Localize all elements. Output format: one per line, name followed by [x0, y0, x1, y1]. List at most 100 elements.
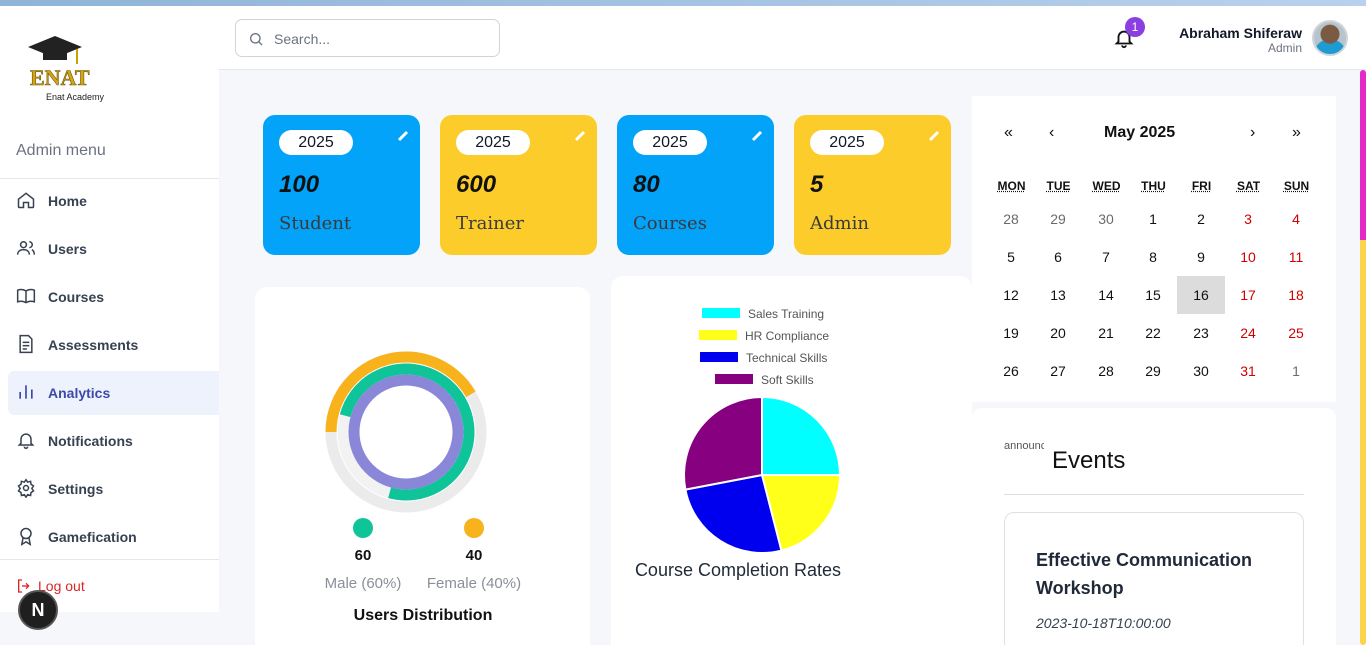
legend-swatch[interactable] — [700, 352, 738, 362]
user-name: Abraham Shiferaw — [1179, 25, 1302, 41]
calendar-day[interactable]: 31 — [1224, 352, 1272, 390]
stat-value: 100 — [279, 171, 319, 199]
edit-icon[interactable] — [927, 129, 941, 143]
stat-label: Courses — [633, 213, 707, 234]
sidebar-item-home[interactable]: Home — [8, 179, 219, 223]
sidebar-item-label: Users — [48, 241, 87, 257]
enat-academy-logo[interactable]: ENAT Enat Academy — [20, 12, 219, 137]
calendar-day[interactable]: 17 — [1224, 276, 1272, 314]
calendar-day[interactable]: 29 — [1129, 352, 1177, 390]
calendar-day[interactable]: 30 — [1177, 352, 1225, 390]
dev-tools-badge[interactable]: N — [18, 590, 58, 630]
calendar-day[interactable]: 6 — [1034, 238, 1082, 276]
stat-card-trainer[interactable]: 2025 600 Trainer — [440, 115, 597, 255]
stat-value: 5 — [810, 171, 823, 199]
calendar-next-year-button[interactable]: » — [1292, 124, 1301, 142]
calendar-day[interactable]: 13 — [1034, 276, 1082, 314]
calendar-day[interactable]: 21 — [1082, 314, 1130, 352]
calendar-month-label[interactable]: May 2025 — [1104, 124, 1175, 142]
sidebar-item-courses[interactable]: Courses — [8, 275, 219, 319]
calendar-day[interactable]: 16 — [1177, 276, 1225, 314]
calendar-day[interactable]: 28 — [987, 200, 1035, 238]
calendar-day[interactable]: 15 — [1129, 276, 1177, 314]
calendar-day[interactable]: 4 — [1272, 200, 1320, 238]
sidebar-item-gamefication[interactable]: Gamefication — [8, 515, 219, 559]
stat-card-admin[interactable]: 2025 5 Admin — [794, 115, 951, 255]
page-scrollbar[interactable] — [1360, 70, 1366, 645]
calendar-prev-month-button[interactable]: ‹ — [1049, 124, 1054, 142]
calendar-day[interactable]: 11 — [1272, 238, 1320, 276]
legend-swatch[interactable] — [702, 308, 740, 318]
menu-divider — [0, 559, 219, 560]
users-distribution-title: Users Distribution — [354, 607, 493, 624]
female-count: 40 — [466, 547, 483, 564]
stat-card-student[interactable]: 2025 100 Student — [263, 115, 420, 255]
event-name: Effective Communication Workshop — [1036, 546, 1276, 602]
edit-icon[interactable] — [750, 129, 764, 143]
sidebar-item-analytics[interactable]: Analytics — [8, 371, 219, 415]
users-distribution-card: 60 40 Male (60%) Female (40%) Users Dist… — [255, 287, 590, 645]
edit-icon[interactable] — [396, 129, 410, 143]
male-count: 60 — [355, 547, 372, 564]
calendar-day[interactable]: 25 — [1272, 314, 1320, 352]
stat-value: 80 — [633, 171, 660, 199]
calendar-day[interactable]: 22 — [1129, 314, 1177, 352]
calendar-day[interactable]: 29 — [1034, 200, 1082, 238]
calendar-day[interactable]: 2 — [1177, 200, 1225, 238]
legend-label[interactable]: Sales Training — [748, 307, 824, 321]
calendar-day[interactable]: 20 — [1034, 314, 1082, 352]
calendar-day[interactable]: 14 — [1082, 276, 1130, 314]
pie-slice[interactable] — [684, 397, 762, 490]
stat-year-pill[interactable]: 2025 — [279, 130, 353, 155]
sidebar-item-notifications[interactable]: Notifications — [8, 419, 219, 463]
calendar-weekday: MON — [988, 179, 1035, 193]
calendar-day[interactable]: 3 — [1224, 200, 1272, 238]
female-legend-dot — [464, 518, 484, 538]
calendar-day[interactable]: 1 — [1129, 200, 1177, 238]
calendar-day[interactable]: 12 — [987, 276, 1035, 314]
legend-label[interactable]: Technical Skills — [746, 351, 827, 365]
calendar-weekday: TUE — [1035, 179, 1082, 193]
edit-icon[interactable] — [573, 129, 587, 143]
calendar-day[interactable]: 7 — [1082, 238, 1130, 276]
legend-label[interactable]: HR Compliance — [745, 329, 829, 343]
sidebar-item-users[interactable]: Users — [8, 227, 219, 271]
legend-label[interactable]: Soft Skills — [761, 373, 814, 387]
sidebar: ENAT Enat Academy Admin menu Home Users … — [0, 6, 219, 612]
logout-link[interactable]: Log out — [16, 578, 85, 594]
calendar-prev-year-button[interactable]: « — [1004, 124, 1013, 142]
calendar-next-month-button[interactable]: › — [1250, 124, 1255, 142]
course-completion-card: Sales Training HR Compliance Technical Ski… — [611, 276, 972, 645]
search-input[interactable] — [274, 28, 489, 50]
home-icon — [16, 190, 36, 210]
sidebar-item-assessments[interactable]: Assessments — [8, 323, 219, 367]
calendar-day[interactable]: 9 — [1177, 238, 1225, 276]
calendar-day[interactable]: 19 — [987, 314, 1035, 352]
calendar-weekday: WED — [1083, 179, 1130, 193]
calendar-day[interactable]: 28 — [1082, 352, 1130, 390]
calendar-day[interactable]: 26 — [987, 352, 1035, 390]
calendar-day[interactable]: 18 — [1272, 276, 1320, 314]
calendar-day[interactable]: 5 — [987, 238, 1035, 276]
legend-swatch[interactable] — [715, 374, 753, 384]
calendar-day[interactable]: 24 — [1224, 314, 1272, 352]
stat-year-pill[interactable]: 2025 — [810, 130, 884, 155]
search-box[interactable] — [235, 19, 500, 57]
stat-card-courses[interactable]: 2025 80 Courses — [617, 115, 774, 255]
pie-slice[interactable] — [762, 397, 840, 475]
logo-brand-text: ENAT — [30, 65, 90, 90]
avatar[interactable] — [1312, 20, 1348, 56]
calendar-day[interactable]: 30 — [1082, 200, 1130, 238]
sidebar-item-label: Notifications — [48, 433, 133, 449]
calendar-day[interactable]: 27 — [1034, 352, 1082, 390]
stat-year-pill[interactable]: 2025 — [633, 130, 707, 155]
calendar-day[interactable]: 8 — [1129, 238, 1177, 276]
calendar-day[interactable]: 10 — [1224, 238, 1272, 276]
course-completion-pie-chart: Sales Training HR Compliance Technical Ski… — [611, 276, 972, 606]
sidebar-item-settings[interactable]: Settings — [8, 467, 219, 511]
calendar-day[interactable]: 23 — [1177, 314, 1225, 352]
stat-year-pill[interactable]: 2025 — [456, 130, 530, 155]
calendar-day[interactable]: 1 — [1272, 352, 1320, 390]
legend-swatch[interactable] — [699, 330, 737, 340]
users-distribution-chart: 60 40 Male (60%) Female (40%) Users Dist… — [255, 287, 590, 645]
